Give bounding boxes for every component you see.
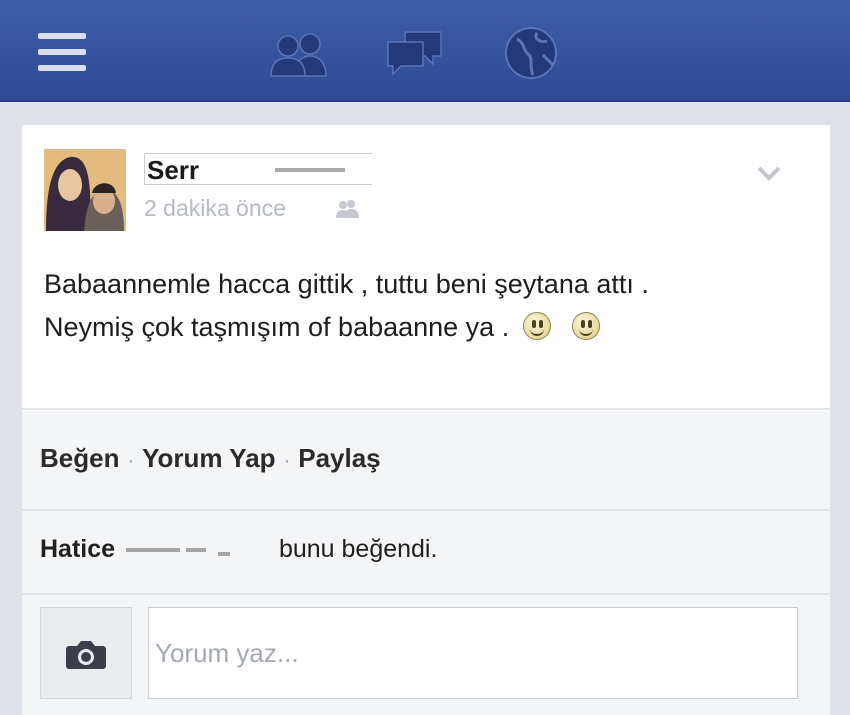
redacted-liker-surname: [122, 540, 272, 560]
globe-icon[interactable]: [503, 25, 559, 81]
like-link[interactable]: Beğen: [40, 443, 119, 473]
post-actions-bar: Beğen · Yorum Yap · Paylaş: [22, 411, 830, 509]
author-name[interactable]: Serr: [144, 153, 372, 185]
comment-input[interactable]: [148, 607, 798, 699]
friends-icon[interactable]: [268, 30, 330, 78]
friends-audience-icon: [336, 200, 359, 218]
smiley-emoji-icon: [572, 312, 601, 340]
likes-summary: Hatice bunu beğendi.: [40, 535, 437, 564]
smiley-emoji-icon: [522, 312, 551, 340]
liker-name[interactable]: Hatice: [40, 535, 115, 563]
post-card: Serr 2 dakika önce Babaannemle hacca git…: [22, 125, 830, 715]
camera-icon: [66, 641, 106, 669]
post-text-line-2-row: Neymiş çok taşmışım of babaanne ya .: [44, 306, 814, 349]
messages-icon[interactable]: [385, 28, 445, 78]
post-text: Babaannemle hacca gittik , tuttu beni şe…: [44, 263, 814, 349]
comment-bar: [22, 595, 830, 715]
top-nav-bar: [0, 0, 850, 102]
camera-button[interactable]: [40, 607, 132, 699]
share-link[interactable]: Paylaş: [298, 443, 380, 473]
post-text-line-1: Babaannemle hacca gittik , tuttu beni şe…: [44, 269, 649, 299]
post-actions: Beğen · Yorum Yap · Paylaş: [40, 443, 381, 474]
avatar[interactable]: [44, 149, 126, 231]
separator-dot: ·: [127, 450, 135, 472]
redacted-surname: [257, 160, 367, 180]
comment-link[interactable]: Yorum Yap: [142, 443, 275, 473]
likes-suffix: bunu beğendi.: [278, 535, 438, 563]
likes-bar: Hatice bunu beğendi.: [22, 511, 830, 593]
post-timestamp[interactable]: 2 dakika önce: [144, 195, 286, 222]
post-text-line-2: Neymiş çok taşmışım of babaanne ya .: [44, 312, 510, 342]
author-name-text: Serr: [147, 155, 200, 185]
chevron-down-icon[interactable]: [756, 163, 782, 183]
separator-dot: ·: [283, 450, 291, 472]
divider: [22, 408, 830, 410]
menu-icon[interactable]: [38, 33, 86, 71]
